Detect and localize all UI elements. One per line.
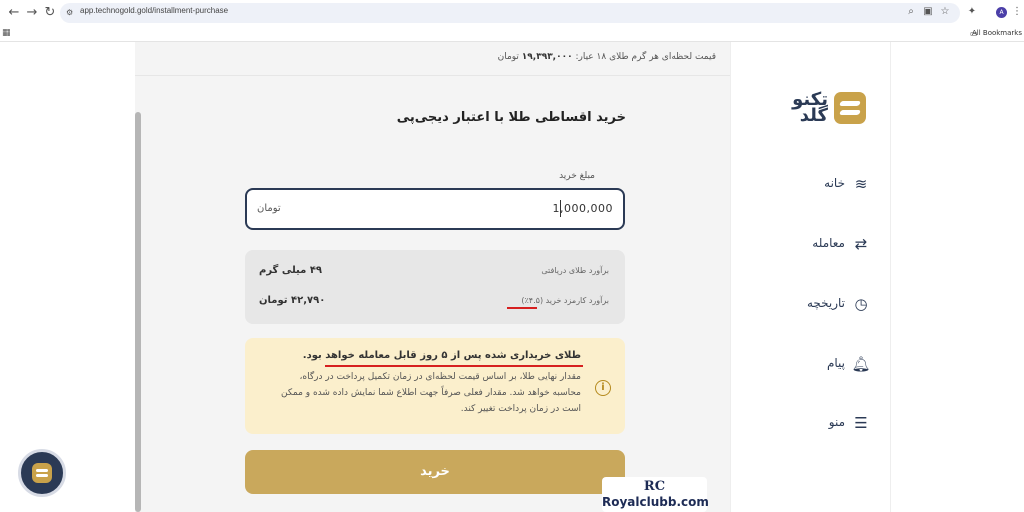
info-icon: i: [595, 380, 611, 396]
watermark: RC Royalclubb.com: [602, 477, 709, 512]
sidebar: تکنو گلد ≋ خانه ⇄ معامله ◷ تاریخچه 🔔︎ پی…: [730, 42, 891, 512]
notice-headline: طلای خریداری شده پس از ۵ روز قابل معامله…: [302, 350, 581, 361]
purchase-amount-value[interactable]: 1,000,000: [553, 202, 613, 215]
live-price-value: ۱۹,۳۹۳,۰۰۰: [521, 52, 573, 62]
estimate-fee-label: برآورد کارمزد خرید (۴.۵٪): [521, 296, 609, 305]
sidebar-item-label: پیام: [826, 356, 845, 370]
estimate-gold-label: برآورد طلای دریافتی: [541, 266, 609, 275]
menu-icon: ☰: [854, 414, 868, 432]
bookmarks-bar: ▦ ▭ All Bookmarks: [0, 26, 1024, 42]
chat-icon: [32, 463, 52, 483]
sidebar-item-label: منو: [828, 415, 845, 429]
live-price-label: قیمت لحظه‌ای هر گرم طلای ۱۸ عیار:: [575, 52, 716, 62]
page: تکنو گلد ≋ خانه ⇄ معامله ◷ تاریخچه 🔔︎ پی…: [0, 42, 1024, 512]
gold-bars-logo-icon: [834, 92, 866, 124]
estimate-gold-value: ۴۹ میلی گرم: [259, 265, 323, 276]
address-bar[interactable]: ⚙ app.technogold.gold/installment-purcha…: [60, 3, 960, 23]
install-app-icon[interactable]: ▣: [922, 6, 934, 18]
page-title: خرید اقساطی طلا با اعتبار دیجی‌پی: [396, 110, 626, 125]
estimate-fee-row: برآورد کارمزد خرید (۴.۵٪) ۴۲,۷۹۰ تومان: [245, 292, 625, 312]
bell-icon: 🔔︎: [851, 355, 871, 373]
brand-name-line2: گلد: [799, 105, 828, 126]
estimate-fee-value: ۴۲,۷۹۰ تومان: [259, 295, 326, 306]
sidebar-item-messages[interactable]: 🔔︎ پیام: [791, 352, 871, 376]
site-info-icon[interactable]: ⚙: [66, 8, 75, 17]
sidebar-item-trade[interactable]: ⇄ معامله: [791, 232, 871, 256]
live-price-unit: تومان: [497, 52, 519, 62]
trade-icon: ⇄: [854, 235, 868, 253]
amount-unit: تومان: [257, 203, 281, 214]
sidebar-item-history[interactable]: ◷ تاریخچه: [791, 292, 871, 316]
brand-name: تکنو گلد: [768, 91, 828, 126]
live-price-bar: قیمت لحظه‌ای هر گرم طلای ۱۸ عیار: ۱۹,۳۹۳…: [135, 42, 730, 76]
notice-body: مقدار نهایی طلا، بر اساس قیمت لحظه‌ای در…: [281, 372, 581, 414]
watermark-logo: RC: [643, 479, 666, 494]
forward-icon[interactable]: →: [24, 5, 40, 21]
address-row: ← → ↻ ⚙ app.technogold.gold/installment-…: [0, 0, 1024, 26]
profile-avatar[interactable]: A: [996, 7, 1007, 18]
sidebar-item-label: معامله: [812, 236, 845, 250]
reload-icon[interactable]: ↻: [42, 5, 58, 21]
zoom-icon[interactable]: ⌕: [905, 6, 917, 18]
url-text[interactable]: app.technogold.gold/installment-purchase: [80, 6, 228, 15]
purchase-amount-input[interactable]: 1,000,000 تومان: [245, 188, 625, 230]
scrollbar[interactable]: [135, 112, 141, 512]
main-content: قیمت لحظه‌ای هر گرم طلای ۱۸ عیار: ۱۹,۳۹۳…: [135, 42, 730, 512]
history-icon: ◷: [854, 295, 868, 313]
home-icon: ≋: [854, 175, 868, 193]
live-price-text: قیمت لحظه‌ای هر گرم طلای ۱۸ عیار: ۱۹,۳۹۳…: [498, 52, 716, 62]
browser-chrome: ← → ↻ ⚙ app.technogold.gold/installment-…: [0, 0, 1024, 42]
browser-menu-icon[interactable]: ⋮: [1011, 6, 1023, 18]
fee-highlight-underline: [507, 307, 537, 309]
back-icon[interactable]: ←: [6, 5, 22, 21]
sidebar-item-menu[interactable]: ☰ منو: [791, 411, 871, 435]
buy-button[interactable]: خرید: [245, 450, 625, 494]
all-bookmarks-link[interactable]: All Bookmarks: [972, 29, 1022, 37]
apps-grid-icon[interactable]: ▦: [2, 28, 11, 38]
sidebar-item-home[interactable]: ≋ خانه: [791, 172, 871, 196]
amount-label: مبلغ خرید: [559, 171, 595, 181]
bookmark-star-icon[interactable]: ☆: [939, 6, 951, 18]
brand-logo[interactable]: تکنو گلد: [771, 88, 866, 128]
estimate-gold-row: برآورد طلای دریافتی ۴۹ میلی گرم: [245, 262, 625, 282]
notice-highlight-underline: [325, 365, 583, 367]
sidebar-item-label: خانه: [824, 176, 845, 190]
extensions-icon[interactable]: ✦: [966, 6, 978, 18]
estimate-box: برآورد طلای دریافتی ۴۹ میلی گرم برآورد ک…: [245, 250, 625, 324]
sidebar-item-label: تاریخچه: [806, 296, 845, 310]
support-chat-button[interactable]: [18, 449, 66, 497]
watermark-text: Royalclubb.com: [602, 495, 709, 509]
notice-box: i طلای خریداری شده پس از ۵ روز قابل معام…: [245, 338, 625, 434]
